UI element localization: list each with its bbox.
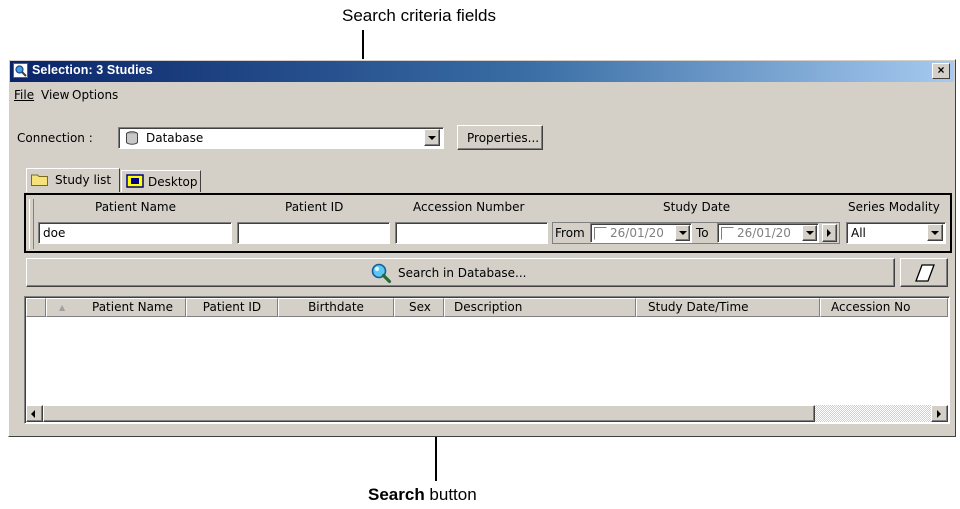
to-label: To (696, 226, 709, 240)
to-date-checkbox[interactable] (721, 227, 734, 240)
panel-grip[interactable] (29, 199, 34, 249)
chevron-left-icon (31, 410, 35, 418)
from-date-picker[interactable]: 26/01/20 (590, 223, 692, 243)
search-button-label: Search in Database... (398, 266, 527, 280)
menu-options[interactable]: Options (72, 88, 118, 102)
menu-options-label: Options (72, 88, 119, 102)
clear-criteria-button[interactable] (900, 258, 948, 287)
column-header-birthdate[interactable]: Birthdate (278, 298, 394, 317)
connection-value: Database (146, 131, 204, 145)
column-header-description[interactable]: Description (444, 298, 636, 317)
series-modality-label: Series Modality (848, 200, 940, 214)
series-modality-value: All (851, 226, 866, 240)
column-label-accession-no: Accession No (831, 300, 911, 314)
sort-ascending-icon: ▲ (59, 303, 66, 312)
scroll-left-button[interactable] (26, 405, 43, 422)
column-header-accession-no[interactable]: Accession No (820, 298, 948, 317)
tab-desktop-label: Desktop (148, 175, 198, 189)
patient-name-input[interactable]: doe (38, 222, 232, 244)
menu-view[interactable]: View (41, 88, 69, 102)
column-label-study-date-time: Study Date/Time (648, 300, 749, 314)
connection-dropdown-button[interactable] (424, 129, 440, 146)
scroll-right-button[interactable] (931, 405, 948, 422)
chevron-down-icon (806, 231, 814, 235)
chevron-right-icon (937, 410, 941, 418)
accession-number-input[interactable] (395, 222, 548, 244)
table-corner-header[interactable] (26, 298, 46, 317)
callout-search-button: Search button (368, 485, 477, 505)
callout-search-bold: Search (368, 485, 425, 504)
column-label-sex: Sex (409, 300, 431, 314)
from-date-value: 26/01/20 (610, 226, 664, 240)
tab-desktop[interactable]: Desktop (121, 170, 201, 192)
scrollbar-thumb[interactable] (43, 405, 815, 422)
patient-id-label: Patient ID (285, 200, 344, 214)
date-scroll-right-button[interactable] (822, 224, 837, 242)
properties-button[interactable]: Properties... (457, 125, 543, 150)
column-header-sex[interactable]: Sex (394, 298, 444, 317)
series-modality-select[interactable]: All (846, 222, 946, 244)
column-header-patient-id[interactable]: Patient ID (186, 298, 278, 317)
column-label-description: Description (454, 300, 523, 314)
from-date-dropdown[interactable] (675, 225, 690, 241)
tab-study-list-label: Study list (55, 173, 112, 187)
chevron-down-icon (428, 136, 436, 140)
desktop-icon (126, 174, 144, 193)
connection-select[interactable]: Database (118, 127, 444, 149)
column-label-patient-id: Patient ID (202, 300, 262, 314)
menu-file-label: File (14, 88, 35, 102)
from-label: From (555, 226, 585, 240)
to-date-picker[interactable]: 26/01/20 (717, 223, 819, 243)
properties-label: Properties... (467, 131, 540, 145)
menu-view-label: View (41, 88, 70, 102)
from-date-checkbox[interactable] (594, 227, 607, 240)
connection-label: Connection : (17, 131, 93, 145)
patient-id-input[interactable] (237, 222, 390, 244)
chevron-right-icon (827, 229, 831, 237)
magnifier-icon (370, 262, 392, 289)
chevron-down-icon (679, 231, 687, 235)
folder-icon (31, 173, 48, 191)
database-icon (124, 130, 140, 151)
search-window-icon (13, 63, 28, 78)
callout-search-criteria: Search criteria fields (342, 6, 497, 25)
column-label-birthdate: Birthdate (308, 300, 364, 314)
chevron-down-icon (931, 231, 939, 235)
accession-number-label: Accession Number (413, 200, 525, 214)
study-date-label: Study Date (663, 200, 731, 214)
series-modality-dropdown[interactable] (927, 224, 943, 241)
column-label-patient-name: Patient Name (92, 300, 173, 314)
search-in-database-button[interactable]: Search in Database... (26, 258, 895, 287)
callout-search-rest: button (424, 485, 477, 504)
to-date-dropdown[interactable] (802, 225, 817, 241)
patient-name-value: doe (43, 226, 66, 240)
menu-file[interactable]: File (14, 88, 34, 102)
to-date-value: 26/01/20 (737, 226, 791, 240)
column-header-study-date-time[interactable]: Study Date/Time (636, 298, 820, 317)
patient-name-label: Patient Name (95, 200, 176, 214)
close-button[interactable]: × (932, 63, 950, 79)
eraser-icon (914, 263, 936, 288)
window-title: Selection: 3 Studies (32, 63, 153, 77)
tab-study-list[interactable]: Study list (26, 168, 120, 192)
column-header-patient-name[interactable]: ▲ Patient Name (46, 298, 186, 317)
